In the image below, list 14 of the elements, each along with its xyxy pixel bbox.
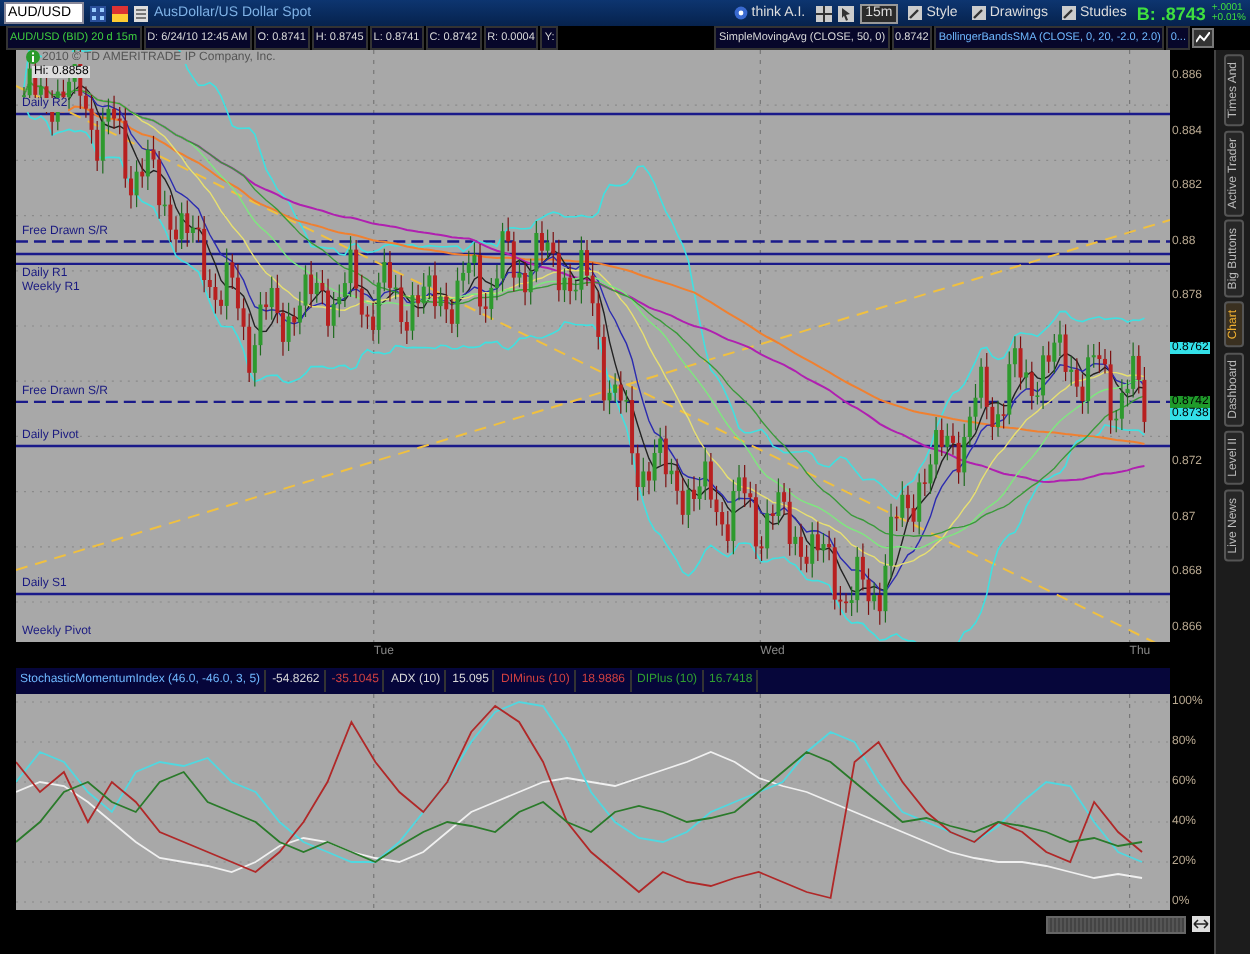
chart-settings-button[interactable] (1192, 28, 1214, 48)
info-icon[interactable] (26, 50, 40, 64)
crosshair-icon[interactable] (815, 5, 832, 21)
grid-icon[interactable] (90, 5, 106, 21)
chart-icon (1196, 32, 1210, 44)
document-icon[interactable] (134, 5, 148, 21)
cursor-icon[interactable] (837, 5, 854, 21)
pencil-icon (971, 6, 986, 20)
flag-icon[interactable] (112, 5, 128, 21)
pencil-icon (1062, 6, 1076, 20)
bid-price: B: .8743 (1136, 3, 1206, 23)
expand-icon[interactable] (1192, 916, 1210, 932)
scrollbar[interactable] (1046, 915, 1186, 933)
pencil-icon (908, 6, 923, 20)
